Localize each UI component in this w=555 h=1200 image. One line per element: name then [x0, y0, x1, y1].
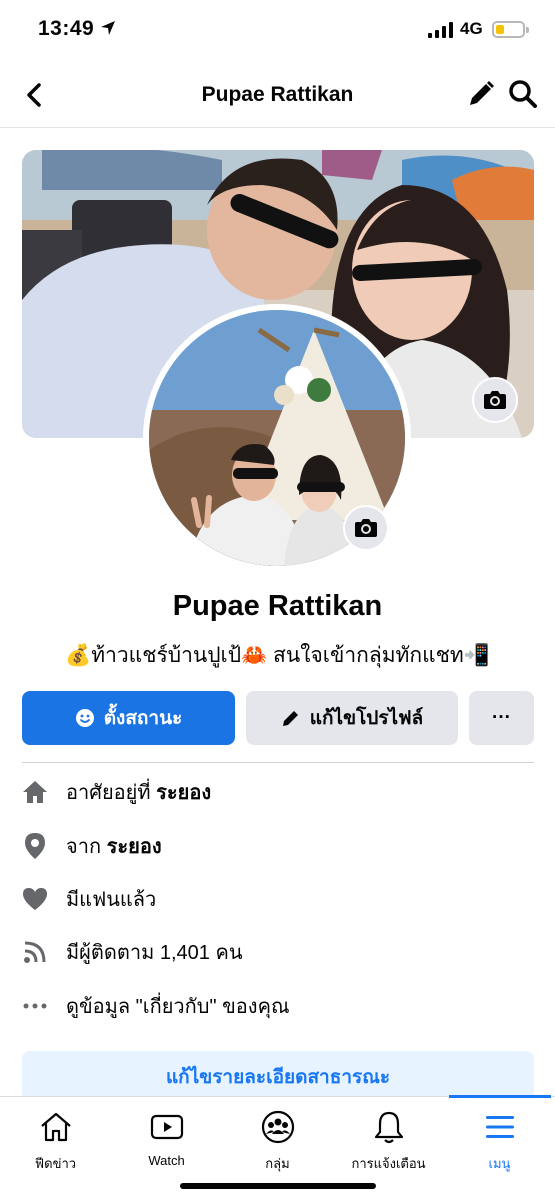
set-status-label: ตั้งสถานะ: [103, 708, 183, 729]
tab-watch-label: Watch: [148, 1153, 185, 1168]
info-lives-in[interactable]: อาศัยอยู่ที่ ระยอง: [20, 772, 535, 812]
more-options-button[interactable]: ···: [469, 691, 534, 745]
home-icon: [36, 1107, 76, 1147]
home-icon: [20, 777, 50, 807]
network-type: 4G: [460, 19, 483, 38]
camera-icon: [355, 519, 377, 537]
tab-groups[interactable]: กลุ่ม: [222, 1107, 333, 1177]
info-relationship[interactable]: มีแฟนแล้ว: [20, 879, 535, 919]
tab-menu[interactable]: เมนู: [444, 1107, 555, 1177]
profile-header: Pupae Rattikan: [0, 62, 555, 128]
camera-icon: [484, 391, 506, 409]
tab-watch[interactable]: Watch: [111, 1107, 222, 1177]
battery-icon: [492, 21, 529, 38]
info-from[interactable]: จาก ระยอง: [20, 826, 535, 866]
followers-text: มีผู้ติดตาม 1,401 คน: [66, 942, 243, 964]
info-followers[interactable]: มีผู้ติดตาม 1,401 คน: [20, 932, 535, 972]
pencil-icon[interactable]: [466, 79, 496, 109]
about-text: ดูข้อมูล "เกี่ยวกับ" ของคุณ: [66, 996, 290, 1018]
active-tab-indicator: [449, 1095, 551, 1098]
from-prefix: จาก: [66, 836, 107, 858]
heart-icon: [20, 884, 50, 914]
tab-notifications[interactable]: การแจ้งเตือน: [333, 1107, 444, 1177]
lives-in-prefix: อาศัยอยู่ที่: [66, 782, 157, 804]
tab-news-feed-label: ฟีดข่าว: [34, 1156, 77, 1171]
home-indicator: [180, 1183, 376, 1189]
profile-name: Pupae Rattikan: [172, 590, 383, 622]
edit-profile-label: แก้ไขโปรไฟล์: [309, 708, 424, 729]
status-time: 13:49: [38, 17, 95, 40]
rss-icon: [20, 937, 50, 967]
tab-news-feed[interactable]: ฟีดข่าว: [0, 1107, 111, 1177]
location-arrow-icon: [101, 21, 115, 35]
relationship-text: มีแฟนแล้ว: [66, 889, 157, 911]
smile-icon: [75, 709, 94, 727]
more-dots-icon: [20, 991, 50, 1021]
location-pin-icon: [20, 831, 50, 861]
pencil-icon: [282, 711, 298, 726]
profile-bio: 💰ท้าวแชร์บ้านปูเป้🦀 สนใจเข้ากลุ่มทักแชท📲: [65, 644, 490, 667]
divider: [22, 762, 534, 763]
more-icon: ···: [492, 707, 511, 728]
from-value: ระยอง: [106, 836, 162, 858]
cover-camera-button[interactable]: [472, 377, 518, 423]
edit-public-details-label: แก้ไขรายละเอียดสาธารณะ: [165, 1067, 391, 1088]
set-status-button[interactable]: ตั้งสถานะ: [22, 691, 235, 745]
profile-camera-button[interactable]: [343, 505, 389, 551]
groups-icon: [258, 1107, 298, 1147]
search-icon[interactable]: [508, 79, 538, 109]
status-bar: 13:49 4G: [0, 0, 555, 60]
tab-notifications-label: การแจ้งเตือน: [351, 1156, 426, 1171]
info-about[interactable]: ดูข้อมูล "เกี่ยวกับ" ของคุณ: [20, 986, 535, 1026]
bell-icon: [369, 1107, 409, 1147]
edit-profile-button[interactable]: แก้ไขโปรไฟล์: [246, 691, 458, 745]
tab-menu-label: เมนู: [488, 1156, 511, 1171]
tab-groups-label: กลุ่ม: [265, 1156, 290, 1171]
menu-icon: [480, 1107, 520, 1147]
lives-in-value: ระยอง: [156, 782, 212, 804]
watch-icon: [147, 1107, 187, 1147]
signal-icon: [428, 22, 453, 38]
